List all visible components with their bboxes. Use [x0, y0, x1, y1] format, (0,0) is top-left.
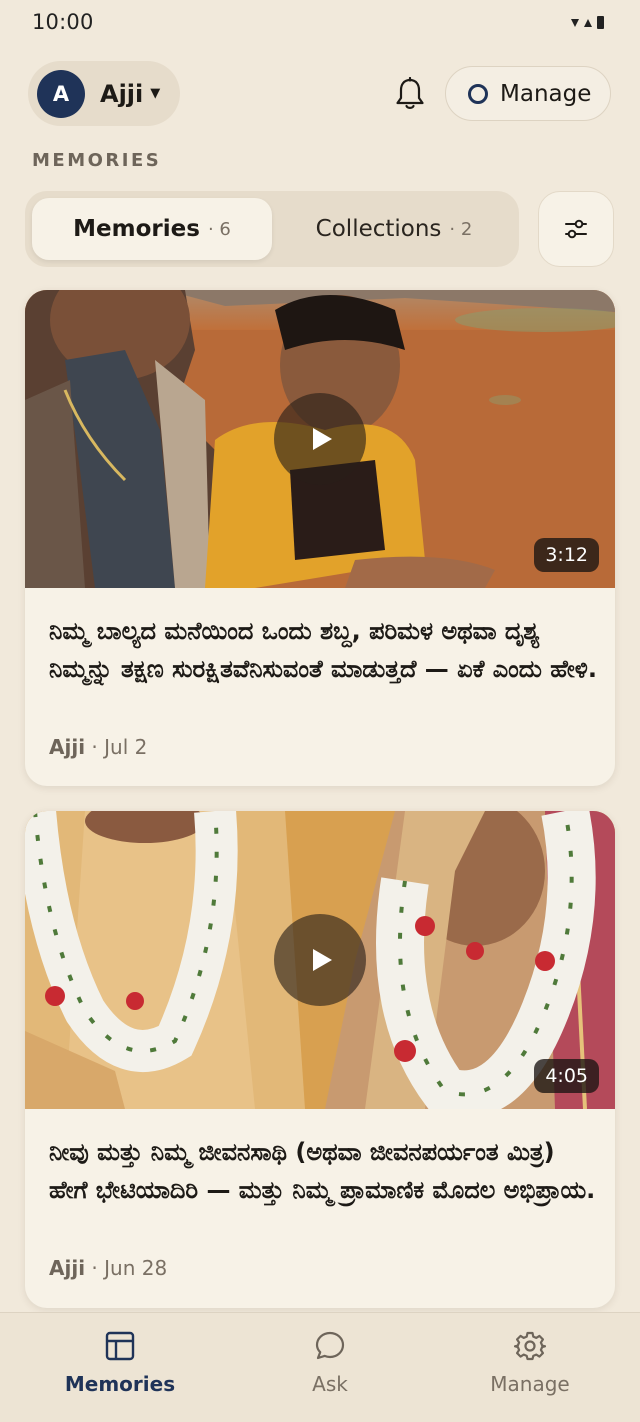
wifi-icon [571, 18, 579, 27]
tab-collections[interactable]: Collections · 2 [276, 198, 512, 260]
memory-card[interactable]: 4:05 ನೀವು ಮತ್ತು ನಿಮ್ಮ ಜೀವನಸಾಥಿ (ಅಥವಾ ಜೀವ… [25, 811, 615, 1308]
notifications-button[interactable] [388, 72, 432, 116]
sliders-icon [565, 219, 587, 239]
nav-manage[interactable]: Manage [450, 1313, 610, 1422]
layout-icon [103, 1329, 137, 1363]
play-icon [313, 949, 332, 971]
duration-badge: 4:05 [534, 1059, 599, 1093]
section-label: MEMORIES [32, 150, 162, 171]
card-date: · Jul 2 [91, 735, 148, 759]
manage-button[interactable]: Manage [445, 66, 611, 121]
nav-label: Memories [64, 1372, 176, 1396]
tab-count: · 2 [449, 218, 473, 240]
chat-bubble-icon [313, 1329, 347, 1363]
caret-down-icon: ▼ [150, 86, 161, 101]
card-date: · Jun 28 [91, 1256, 168, 1280]
battery-icon [597, 16, 604, 29]
filter-button[interactable] [538, 191, 614, 267]
status-time: 10:00 [32, 10, 94, 34]
nav-memories[interactable]: Memories [40, 1313, 200, 1422]
view-switcher: Memories · 6 Collections · 2 [25, 191, 519, 267]
card-meta: Ajji · Jun 28 [49, 1256, 167, 1280]
card-title: ನಿಮ್ಮ ಬಾಲ್ಯದ ಮನೆಯಿಂದ ಒಂದು ಶಬ್ದ, ಪರಿಮಳ ಅಥ… [49, 617, 597, 683]
ring-icon [468, 83, 488, 104]
duration-badge: 3:12 [534, 538, 599, 572]
play-icon [313, 428, 332, 450]
video-thumbnail[interactable]: 4:05 [25, 811, 615, 1109]
nav-label: Manage [490, 1372, 570, 1396]
card-author: Ajji [49, 1256, 86, 1280]
avatar: A [37, 69, 85, 118]
bottom-nav: Memories Ask Manage [0, 1312, 640, 1422]
play-button[interactable] [274, 393, 366, 485]
gear-icon [513, 1329, 547, 1363]
card-author: Ajji [49, 735, 86, 759]
card-meta: Ajji · Jul 2 [49, 735, 147, 759]
tab-label: Memories [73, 216, 200, 242]
bell-icon [396, 77, 424, 109]
status-bar: 10:00 [0, 0, 640, 48]
play-button[interactable] [274, 914, 366, 1006]
memory-card[interactable]: 3:12 ನಿಮ್ಮ ಬಾಲ್ಯದ ಮನೆಯಿಂದ ಒಂದು ಶಬ್ದ, ಪರಿ… [25, 290, 615, 786]
status-icons [571, 16, 604, 29]
video-thumbnail[interactable]: 3:12 [25, 290, 615, 588]
card-title: ನೀವು ಮತ್ತು ನಿಮ್ಮ ಜೀವನಸಾಥಿ (ಅಥವಾ ಜೀವನಪರ್ಯ… [49, 1138, 596, 1204]
manage-button-label: Manage [500, 80, 592, 107]
nav-label: Ask [312, 1372, 348, 1396]
tab-label: Collections [315, 216, 442, 242]
profile-switcher[interactable]: A Ajji ▼ [28, 61, 180, 126]
cellular-signal-icon [584, 18, 592, 27]
tab-memories[interactable]: Memories · 6 [32, 198, 272, 260]
nav-ask[interactable]: Ask [250, 1313, 410, 1422]
tab-count: · 6 [207, 218, 231, 240]
profile-name: Ajji [100, 79, 144, 108]
